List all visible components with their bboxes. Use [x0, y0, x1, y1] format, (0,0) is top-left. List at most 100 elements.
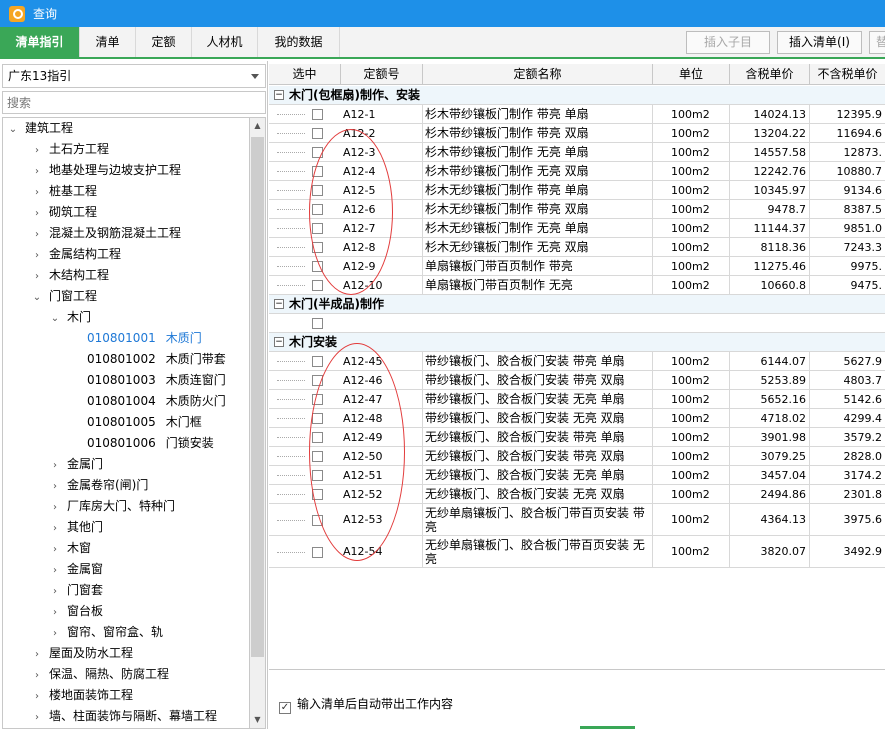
chevron-right-icon[interactable]: ›	[49, 455, 61, 476]
unit-cell[interactable]: 100m2	[653, 200, 730, 218]
unit-cell[interactable]: 100m2	[653, 238, 730, 256]
price-tax-cell[interactable]: 3901.98	[730, 428, 810, 446]
chevron-down-icon[interactable]: ⌄	[31, 287, 43, 308]
scroll-up-icon[interactable]: ▲	[250, 118, 265, 134]
price-tax-cell[interactable]: 4364.13	[730, 504, 810, 535]
price-tax-cell[interactable]: 13204.22	[730, 124, 810, 142]
unit-cell[interactable]: 100m2	[653, 257, 730, 275]
col-quota-code[interactable]: 定额号	[341, 64, 423, 85]
price-tax-cell[interactable]: 12242.76	[730, 162, 810, 180]
price-notax-cell[interactable]: 4803.7	[810, 371, 885, 389]
tree-node[interactable]: › 楼地面装饰工程	[31, 685, 133, 706]
price-tax-cell[interactable]: 5253.89	[730, 371, 810, 389]
row-checkbox[interactable]	[312, 318, 323, 329]
tree-node[interactable]: › 木结构工程	[31, 265, 109, 286]
unit-cell[interactable]: 100m2	[653, 447, 730, 465]
search-input[interactable]	[2, 91, 266, 114]
price-notax-cell[interactable]: 3579.2	[810, 428, 885, 446]
unit-cell[interactable]: 100m2	[653, 428, 730, 446]
tree-node[interactable]: › 窗帘、窗帘盒、轨	[49, 622, 163, 643]
chevron-right-icon[interactable]: ›	[31, 182, 43, 203]
unit-cell[interactable]: 100m2	[653, 390, 730, 408]
unit-cell[interactable]: 100m2	[653, 504, 730, 535]
quota-name-cell[interactable]: 无纱单扇镶板门、胶合板门带百页安装 无亮	[423, 536, 653, 567]
chevron-right-icon[interactable]: ›	[49, 581, 61, 602]
tree-node[interactable]: › 窗台板	[49, 601, 103, 622]
price-tax-cell[interactable]: 6144.07	[730, 352, 810, 370]
price-notax-cell[interactable]: 12873.	[810, 143, 885, 161]
unit-cell[interactable]: 100m2	[653, 219, 730, 237]
auto-bring-work-option[interactable]: ✓ 输入清单后自动带出工作内容	[279, 696, 453, 714]
price-tax-cell[interactable]: 2494.86	[730, 485, 810, 503]
price-notax-cell[interactable]: 9475.	[810, 276, 885, 294]
chevron-right-icon[interactable]: ›	[49, 539, 61, 560]
tree-node[interactable]: 010801004 木质防火门	[87, 391, 226, 412]
chevron-down-icon[interactable]: ⌄	[49, 308, 61, 329]
quota-name-cell[interactable]: 无纱镶板门、胶合板门安装 带亮 双扇	[423, 447, 653, 465]
col-quota-name[interactable]: 定额名称	[423, 64, 653, 85]
price-tax-cell[interactable]: 9478.7	[730, 200, 810, 218]
unit-cell[interactable]: 100m2	[653, 162, 730, 180]
quota-name-cell[interactable]: 杉木无纱镶板门制作 无亮 双扇	[423, 238, 653, 256]
quota-name-cell[interactable]: 杉木带纱镶板门制作 带亮 单扇	[423, 105, 653, 123]
tree-node[interactable]: 010801001 木质门	[87, 328, 202, 349]
price-notax-cell[interactable]: 2828.0	[810, 447, 885, 465]
col-select[interactable]: 选中	[269, 64, 341, 85]
chevron-right-icon[interactable]: ›	[49, 497, 61, 518]
chevron-right-icon[interactable]: ›	[31, 644, 43, 665]
unit-cell[interactable]: 100m2	[653, 466, 730, 484]
tree-scrollbar[interactable]: ▲ ▼	[249, 117, 266, 729]
tree-node[interactable]: › 金属卷帘(闸)门	[49, 475, 148, 496]
quota-name-cell[interactable]: 杉木带纱镶板门制作 无亮 单扇	[423, 143, 653, 161]
chevron-right-icon[interactable]: ›	[31, 245, 43, 266]
chevron-right-icon[interactable]: ›	[49, 623, 61, 644]
collapse-icon[interactable]: −	[274, 90, 284, 100]
price-tax-cell[interactable]: 3457.04	[730, 466, 810, 484]
price-notax-cell[interactable]: 8387.5	[810, 200, 885, 218]
tree-node[interactable]: › 混凝土及钢筋混凝土工程	[31, 223, 181, 244]
quota-name-cell[interactable]: 单扇镶板门带百页制作 带亮	[423, 257, 653, 275]
quota-name-cell[interactable]: 无纱镶板门、胶合板门安装 带亮 单扇	[423, 428, 653, 446]
chevron-right-icon[interactable]: ›	[31, 161, 43, 182]
col-unit[interactable]: 单位	[653, 64, 730, 85]
price-notax-cell[interactable]: 11694.6	[810, 124, 885, 142]
row-checkbox[interactable]	[312, 109, 323, 120]
tab-list[interactable]: 清单	[80, 27, 136, 57]
col-price-tax[interactable]: 含税单价	[730, 64, 810, 85]
table-row[interactable]: A12-1 杉木带纱镶板门制作 带亮 单扇 100m2 14024.13 12395.9	[269, 105, 885, 124]
auto-bring-work-checkbox[interactable]: ✓	[279, 702, 291, 714]
tree-node[interactable]: › 地基处理与边坡支护工程	[31, 160, 181, 181]
chevron-right-icon[interactable]: ›	[49, 560, 61, 581]
tree-node[interactable]: › 厂库房大门、特种门	[49, 496, 175, 517]
unit-cell[interactable]: 100m2	[653, 536, 730, 567]
unit-cell[interactable]: 100m2	[653, 352, 730, 370]
tree-node[interactable]: › 砌筑工程	[31, 202, 97, 223]
scroll-down-icon[interactable]: ▼	[250, 712, 265, 728]
chevron-right-icon[interactable]: ›	[31, 266, 43, 287]
quota-name-cell[interactable]: 杉木无纱镶板门制作 带亮 单扇	[423, 181, 653, 199]
chevron-right-icon[interactable]: ›	[31, 686, 43, 707]
row-checkbox[interactable]	[312, 546, 323, 558]
quota-name-cell[interactable]: 带纱镶板门、胶合板门安装 无亮 单扇	[423, 390, 653, 408]
unit-cell[interactable]: 100m2	[653, 143, 730, 161]
collapse-icon[interactable]: −	[274, 299, 284, 309]
chevron-down-icon[interactable]: ⌄	[7, 119, 19, 140]
quota-name-cell[interactable]: 无纱镶板门、胶合板门安装 无亮 单扇	[423, 466, 653, 484]
price-notax-cell[interactable]: 9851.0	[810, 219, 885, 237]
quota-name-cell[interactable]: 杉木带纱镶板门制作 无亮 双扇	[423, 162, 653, 180]
tree-node[interactable]: ⌄ 建筑工程	[7, 118, 73, 139]
group-row[interactable]: − 木门(包框扇)制作、安装	[269, 86, 885, 105]
price-tax-cell[interactable]: 4718.02	[730, 409, 810, 427]
price-tax-cell[interactable]: 11275.46	[730, 257, 810, 275]
tree-node[interactable]: ⌄ 木门	[49, 307, 91, 328]
tree-node[interactable]: › 屋面及防水工程	[31, 643, 133, 664]
tree-node[interactable]: › 墙、柱面装饰与隔断、幕墙工程	[31, 706, 217, 727]
chevron-right-icon[interactable]: ›	[31, 203, 43, 224]
price-tax-cell[interactable]: 14557.58	[730, 143, 810, 161]
tree-node[interactable]: › 桩基工程	[31, 181, 97, 202]
quota-name-cell[interactable]: 带纱镶板门、胶合板门安装 带亮 双扇	[423, 371, 653, 389]
insert-child-button[interactable]: 插入子目	[686, 31, 770, 54]
chevron-right-icon[interactable]: ›	[49, 476, 61, 497]
unit-cell[interactable]: 100m2	[653, 276, 730, 294]
price-notax-cell[interactable]: 2301.8	[810, 485, 885, 503]
